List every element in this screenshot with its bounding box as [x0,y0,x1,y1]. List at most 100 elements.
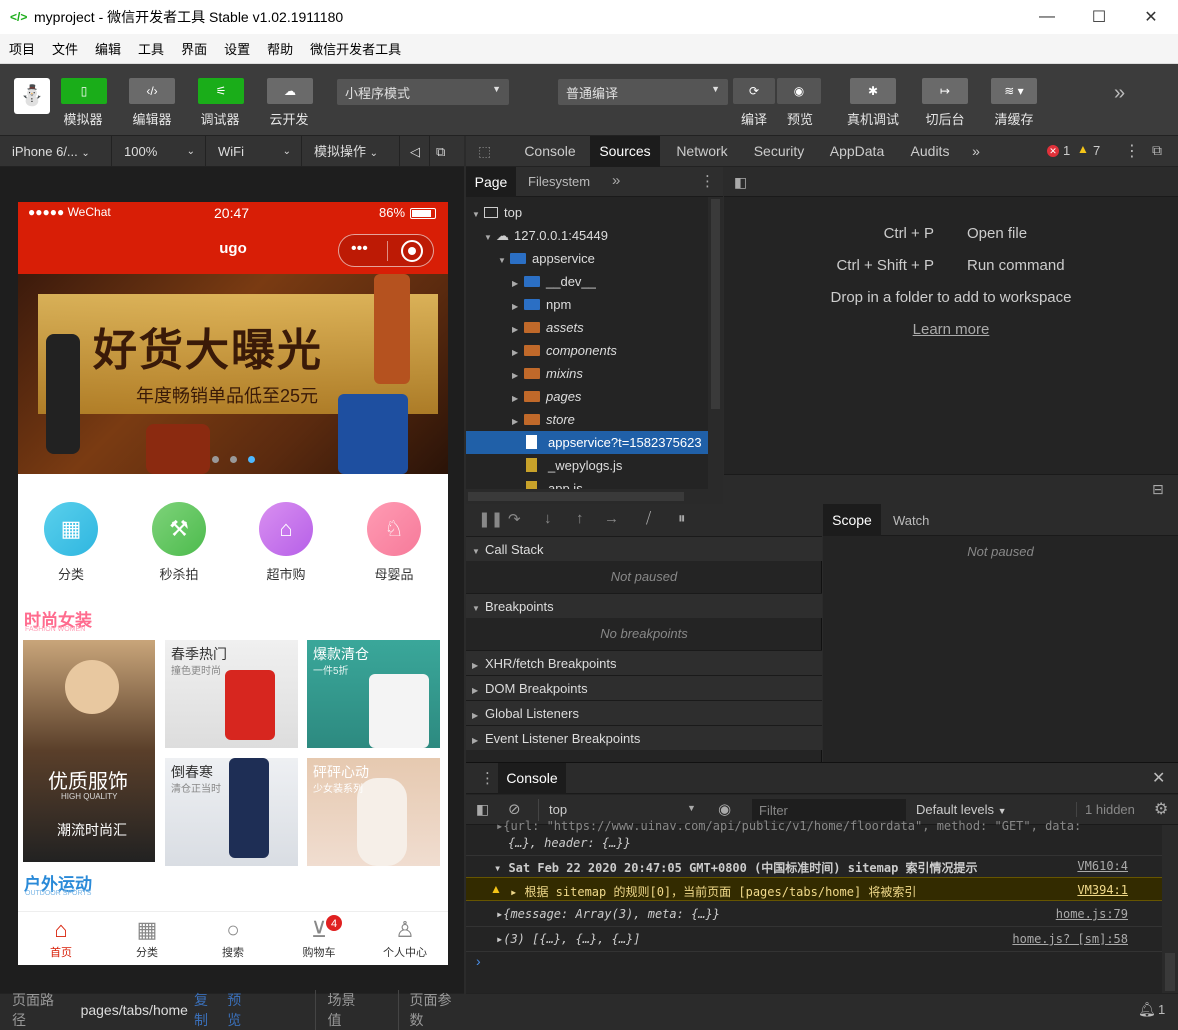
pause-icon[interactable]: ❚❚ [478,510,503,528]
product-card-1[interactable]: 春季热门 撞色更时尚 [165,640,298,748]
product-card-4[interactable]: 砰砰心动 少女装系列 [307,758,440,866]
carousel-dot[interactable] [212,456,219,463]
tree-node-dev[interactable]: ▶ __dev__ [466,270,708,293]
tab-audits[interactable]: Audits [902,136,958,167]
tab-search[interactable]: ○ 搜索 [190,912,276,965]
bell-icon[interactable]: 🔔︎ [1138,1001,1156,1018]
preview-link[interactable]: 预览 [227,990,254,1030]
more-nav-icon[interactable]: » [612,172,620,189]
category-chaoshi[interactable]: ⌂ 超市购 [258,502,314,583]
console-filter-input[interactable]: Filter [752,799,906,821]
dock-icon[interactable]: ⧉ [1152,142,1162,159]
breakpoints-header[interactable]: ▼ Breakpoints [466,593,822,618]
toggle-debugger-icon[interactable]: ⊟ [1152,481,1164,498]
tab-console-drawer[interactable]: Console [498,763,566,794]
pause-on-exceptions-icon[interactable]: ⏸ [678,510,686,527]
tab-scope[interactable]: Scope [823,504,881,536]
clear-cache-button[interactable]: ≋ ▾ [991,78,1037,104]
tree-node-assets[interactable]: ▶ assets [466,316,708,339]
more-tabs-icon[interactable]: » [964,136,988,167]
menu-tools[interactable]: 工具 [129,39,172,58]
product-card-main[interactable]: 优质服饰 HIGH QUALITY 潮流时尚汇 [23,640,155,862]
close-drawer-icon[interactable]: ✕ [1152,768,1165,788]
device-select[interactable]: iPhone 6/... ⌄ [0,135,112,167]
global-listeners-header[interactable]: ▶ Global Listeners [466,700,822,725]
menu-settings[interactable]: 设置 [215,39,258,58]
compile-button[interactable]: ⟳ [733,78,775,104]
tab-page[interactable]: Page [466,167,516,197]
warning-icon[interactable]: ▲ [1077,142,1089,156]
horizontal-scrollbar[interactable] [466,489,723,504]
popout-icon[interactable]: ⧉ [430,136,460,167]
copy-link[interactable]: 复制 [194,990,221,1030]
menu-edit[interactable]: 编辑 [86,39,129,58]
source-link[interactable]: home.js? [sm]:58 [1012,932,1128,946]
console-line-array[interactable]: ▸(3) [{…}, {…}, {…}] home.js? [sm]:58 [466,927,1162,952]
carousel-dot[interactable] [230,456,237,463]
tree-node-top[interactable]: ▼ top [466,201,708,224]
tab-network[interactable]: Network [664,136,740,167]
menu-project[interactable]: 项目 [0,39,43,58]
menu-wechat-devtools[interactable]: 微信开发者工具 [301,39,409,58]
carousel-dot-active[interactable] [248,456,255,463]
category-fenlei[interactable]: ▦ 分类 [43,502,99,583]
event-listener-breakpoints-header[interactable]: ▶ Event Listener Breakpoints [466,725,822,750]
cloud-dev-button[interactable]: ☁ [267,78,313,104]
close-miniprogram-icon[interactable] [401,240,423,262]
vertical-scrollbar[interactable] [708,197,723,504]
more-tools-icon[interactable]: » [1114,82,1125,105]
tab-watch[interactable]: Watch [893,513,929,528]
minimize-button[interactable]: — [1024,0,1070,34]
simulator-toggle[interactable]: ▯ [61,78,107,104]
tab-cart[interactable]: ⊻ 购物车 4 [276,912,362,965]
step-over-icon[interactable]: ↷ [508,510,521,528]
sim-ops-select[interactable]: 模拟操作 ⌄ [302,135,400,167]
step-into-icon[interactable]: ↓ [544,510,552,527]
eye-icon[interactable]: ◉ [718,800,731,818]
tab-console[interactable]: Console [512,136,588,167]
maximize-button[interactable]: ☐ [1076,0,1122,34]
gear-icon[interactable]: ⚙ [1154,799,1168,819]
clear-console-icon[interactable]: ⊘ [508,800,521,818]
network-select[interactable]: WiFi ⌄ [206,135,302,167]
tab-profile[interactable]: ♙ 个人中心 [362,912,448,965]
dom-breakpoints-header[interactable]: ▶ DOM Breakpoints [466,675,822,700]
tree-node-wepylogs[interactable]: _wepylogs.js [466,454,708,477]
tree-node-pages[interactable]: ▶ pages [466,385,708,408]
console-scrollbar[interactable] [1162,825,1178,994]
tree-node-components[interactable]: ▶ components [466,339,708,362]
error-icon[interactable]: ✕ [1047,145,1059,157]
tab-home[interactable]: ⌂ 首页 [18,912,104,965]
mode-select[interactable]: 小程序模式 ▼ [337,79,509,105]
product-card-3[interactable]: 倒春寒 清仓正当时 [165,758,298,866]
call-stack-header[interactable]: ▼ Call Stack [466,536,822,561]
tab-filesystem[interactable]: Filesystem [528,174,590,189]
context-select[interactable]: top ▼ [538,799,700,821]
xhr-breakpoints-header[interactable]: ▶ XHR/fetch Breakpoints [466,650,822,675]
category-miaosha[interactable]: ⚒ 秒杀拍 [151,502,207,583]
product-card-2[interactable]: 爆款清仓 一件5折 [307,640,440,748]
source-link[interactable]: home.js:79 [1056,907,1128,921]
page-params-button[interactable]: 页面参数 [398,989,464,1030]
tree-node-appservice-file[interactable]: appservice?t=1582375623 [466,431,708,454]
category-muying[interactable]: ♘ 母婴品 [366,502,422,583]
inspect-icon[interactable]: ⬚ [478,143,491,160]
tree-node-appservice[interactable]: ▼ appservice [466,247,708,270]
console-group[interactable]: ▾ Sat Feb 22 2020 20:47:05 GMT+0800 (中国标… [466,855,1162,877]
menu-view[interactable]: 界面 [172,39,215,58]
more-dots-icon[interactable]: ••• [351,240,368,258]
compile-mode-select[interactable]: 普通编译 ▼ [558,79,728,105]
background-button[interactable]: ↦ [922,78,968,104]
editor-toggle[interactable]: ‹/› [129,78,175,104]
nav-menu-icon[interactable]: ⋮ [700,172,715,190]
preview-button[interactable]: ◉ [777,78,821,104]
toggle-navigator-icon[interactable]: ◧ [734,174,747,191]
close-window-button[interactable]: ✕ [1128,0,1174,34]
console-prompt[interactable]: › [476,953,481,969]
step-icon[interactable]: → [604,510,619,527]
remote-debug-button[interactable]: ✱ [850,78,896,104]
menu-help[interactable]: 帮助 [258,39,301,58]
source-link[interactable]: VM610:4 [1077,859,1128,873]
learn-more-link[interactable]: Learn more [724,321,1178,338]
tree-node-host[interactable]: ▼ ☁ 127.0.0.1:45449 [466,224,708,247]
